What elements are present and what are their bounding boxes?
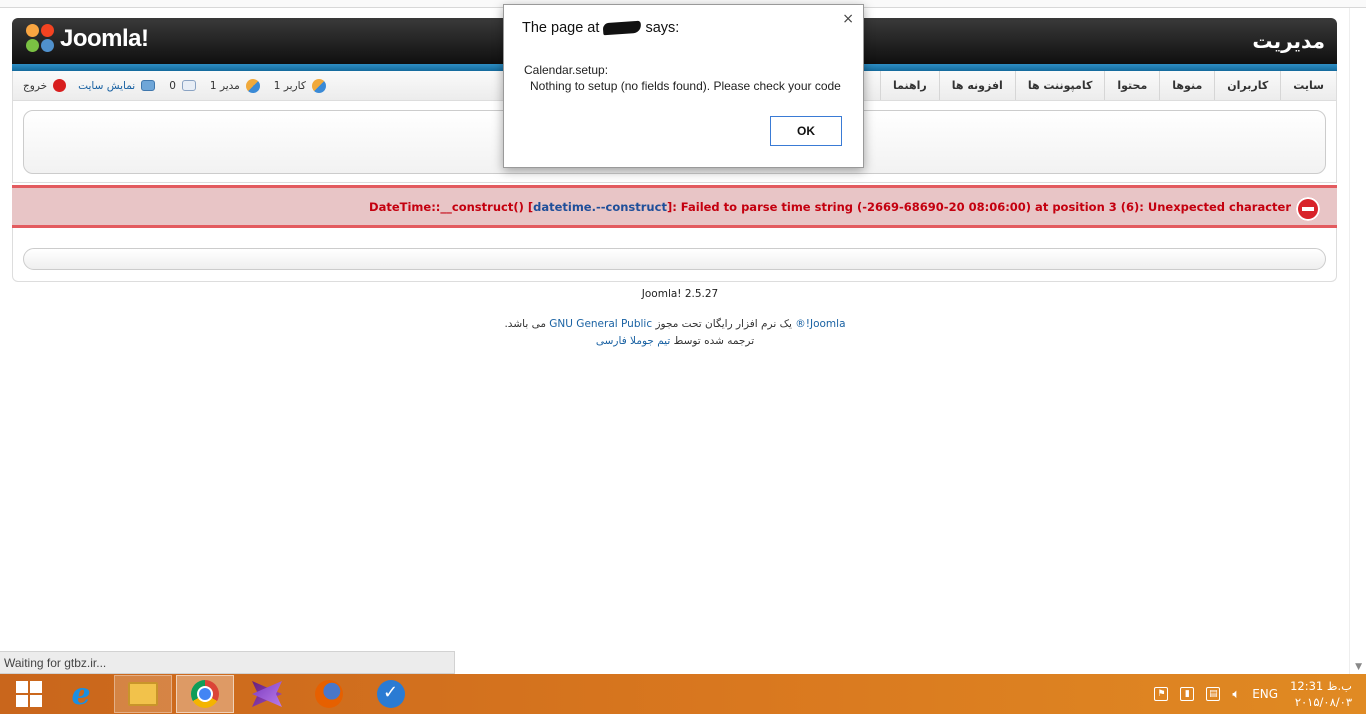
power-icon[interactable]: ▮ <box>1180 687 1195 701</box>
taskbar-internet-explorer[interactable]: e <box>52 675 110 713</box>
taskbar: e ⚑ ▮ ▤ 🔈︎ ENG 12:31 ب.ظ ۲۰۱۵/۰۸/۰۳ <box>0 674 1366 714</box>
app-icon <box>377 680 405 708</box>
taskbar-chrome[interactable] <box>176 675 234 713</box>
taskbar-firefox[interactable] <box>300 675 358 713</box>
main-menu: سایت کاربران منوها محتوا کامپوننت ها افز… <box>880 71 1336 100</box>
windows-logo-icon <box>16 681 42 707</box>
clock-date: ۲۰۱۵/۰۸/۰۳ <box>1294 695 1352 709</box>
menu-item-users[interactable]: کاربران <box>1214 71 1280 100</box>
translation-team-link[interactable]: تیم جوملا فارسی <box>596 335 670 347</box>
system-tray: ⚑ ▮ ▤ 🔈︎ ENG 12:31 ب.ظ ۲۰۱۵/۰۸/۰۳ <box>1154 674 1366 714</box>
volume-icon[interactable]: 🔈︎ <box>1232 687 1240 702</box>
view-site-link[interactable]: نمایش سایت <box>78 80 135 92</box>
error-text: DateTime::__construct() [datetime.--cons… <box>369 200 1291 214</box>
flag-icon[interactable]: ⚑ <box>1154 687 1169 701</box>
error-icon <box>1296 197 1320 221</box>
taskbar-file-explorer[interactable] <box>114 675 172 713</box>
page-title: مدیریت <box>1252 29 1325 53</box>
joomla-logo-text: Joomla! <box>60 25 149 52</box>
menu-item-menus[interactable]: منوها <box>1159 71 1214 100</box>
dialog-message-line1: Calendar.setup: <box>524 63 609 77</box>
menu-item-components[interactable]: کامپوننت ها <box>1014 71 1105 100</box>
users-icon <box>311 78 326 93</box>
messages-count[interactable]: 0 <box>169 80 176 92</box>
internet-explorer-icon: e <box>71 676 91 712</box>
alert-dialog: The page at says: × Calendar.setup: Noth… <box>503 4 864 168</box>
taskbar-app[interactable] <box>362 675 420 713</box>
dialog-title-suffix: says: <box>641 20 680 36</box>
error-suffix: ]: Failed to parse time string (-2669-68… <box>666 200 1291 214</box>
ok-button[interactable]: OK <box>770 116 842 146</box>
footer-translation-text: ترجمه شده توسط <box>670 335 755 347</box>
clock-time: 12:31 ب.ظ <box>1290 679 1352 693</box>
error-doc-link[interactable]: datetime.--construct <box>533 200 667 214</box>
network-icon[interactable]: ▤ <box>1206 687 1221 701</box>
menu-item-site[interactable]: سایت <box>1280 71 1336 100</box>
status-module: خروج نمایش سایت 0 1 مدیر 1 کاربر <box>23 71 326 100</box>
users-count: 1 کاربر <box>273 79 306 92</box>
dialog-title: The page at says: <box>522 20 679 36</box>
menu-item-content[interactable]: محتوا <box>1104 71 1159 100</box>
vertical-scrollbar[interactable]: ▼ <box>1349 8 1366 674</box>
error-message: DateTime::__construct() [datetime.--cons… <box>12 185 1337 228</box>
logout-link[interactable]: خروج <box>23 80 47 92</box>
clock[interactable]: 12:31 ب.ظ ۲۰۱۵/۰۸/۰۳ <box>1290 678 1352 710</box>
chrome-icon <box>191 680 219 708</box>
dialog-title-prefix: The page at <box>522 20 604 36</box>
visual-studio-icon <box>252 681 282 707</box>
messages-icon[interactable] <box>181 80 196 91</box>
start-button[interactable] <box>0 675 58 713</box>
footer-translation: ترجمه شده توسط تیم جوملا فارسی <box>0 335 1350 347</box>
content-panel <box>12 228 1337 282</box>
admins-icon <box>245 78 260 93</box>
footer-license: Joomla!® یک نرم افزار رایگان تحت مجوز GN… <box>0 318 1350 330</box>
dialog-message-line2: Nothing to setup (no fields found). Plea… <box>530 79 841 93</box>
folder-icon <box>128 682 158 706</box>
firefox-icon <box>315 680 343 708</box>
menu-item-extensions[interactable]: افزونه ها <box>938 71 1015 100</box>
browser-status-bar: Waiting for gtbz.ir... <box>0 651 455 674</box>
gpl-link[interactable]: GNU General Public <box>549 318 652 330</box>
taskbar-visual-studio[interactable] <box>238 675 296 713</box>
footer-license-text: یک نرم افزار رایگان تحت مجوز <box>652 318 796 330</box>
joomla-logo-icon <box>26 24 56 54</box>
content-box <box>23 248 1326 270</box>
browser-viewport: ▼ Joomla! مدیریت سایت کاربران منوها محتو… <box>0 0 1366 674</box>
logout-icon[interactable] <box>53 79 67 92</box>
language-indicator[interactable]: ENG <box>1252 687 1278 701</box>
admins-count: 1 مدیر <box>209 79 240 92</box>
close-icon[interactable]: × <box>842 11 854 27</box>
menu-item-help[interactable]: راهنما <box>880 71 939 100</box>
joomla-logo[interactable]: Joomla! <box>26 24 149 54</box>
redacted-domain <box>603 20 642 36</box>
footer-license-end: می باشد. <box>504 318 550 330</box>
scroll-down-icon[interactable]: ▼ <box>1355 662 1362 672</box>
view-site-icon[interactable] <box>141 80 156 91</box>
joomla-brand-link[interactable]: Joomla!® <box>795 318 845 330</box>
error-prefix: DateTime::__construct() [ <box>369 200 534 214</box>
joomla-version: Joomla! 2.5.27 <box>641 288 719 300</box>
